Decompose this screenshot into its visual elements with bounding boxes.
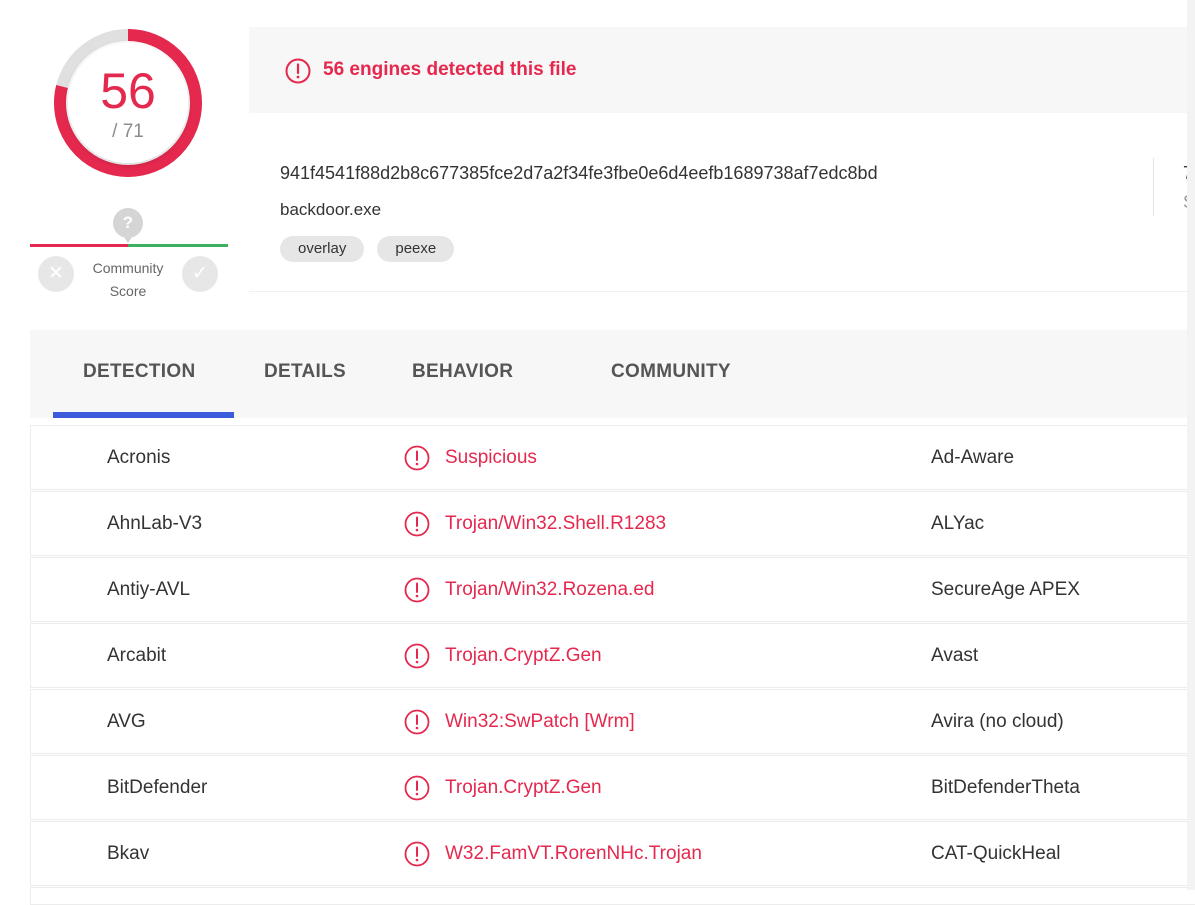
community-score-bar-negative xyxy=(30,244,128,247)
engine-name: ALYac xyxy=(931,513,985,534)
engine-name: Avira (no cloud) xyxy=(931,711,1064,732)
alert-circle-icon xyxy=(404,577,430,603)
engine-name: Arcabit xyxy=(107,645,167,666)
engine-name: Avast xyxy=(931,645,979,666)
info-divider xyxy=(1153,158,1154,216)
table-row: Antiy-AVL Trojan/Win32.Rozena.ed SecureA… xyxy=(30,557,1195,622)
community-score-marker: ? xyxy=(113,208,143,243)
alert-circle-icon xyxy=(404,709,430,735)
file-name: backdoor.exe xyxy=(280,200,382,219)
vote-harmless-button[interactable]: ✓ xyxy=(182,256,218,292)
table-row: Arcabit Trojan.CryptZ.Gen Avast xyxy=(30,623,1195,688)
table-row: AVG Win32:SwPatch [Wrm] Avira (no cloud) xyxy=(30,689,1195,754)
detection-result: Trojan.CryptZ.Gen xyxy=(445,777,602,798)
report-tabs: DETECTION DETAILS BEHAVIOR COMMUNITY xyxy=(30,330,1195,418)
engine-name: CAT-QuickHeal xyxy=(931,843,1061,864)
engine-total: / 71 xyxy=(112,121,144,142)
engine-name: Bkav xyxy=(107,843,150,864)
detection-summary-text: 56 engines detected this file xyxy=(323,59,577,80)
table-row: Acronis Suspicious Ad-Aware xyxy=(30,425,1195,490)
engine-name: Ad-Aware xyxy=(931,447,1015,468)
alert-circle-icon xyxy=(285,58,311,84)
community-score-bar-positive xyxy=(128,244,228,247)
community-score-label: Community Score xyxy=(92,260,164,299)
file-hash[interactable]: 941f4541f88d2b8c677385fce2d7a2f34fe3fbe0… xyxy=(280,163,878,184)
engine-name: Acronis xyxy=(107,447,171,468)
engine-name: AVG xyxy=(107,711,146,732)
engine-name: Antiy-AVL xyxy=(107,579,191,600)
tag-peexe[interactable]: peexe xyxy=(377,236,455,262)
vote-harmful-button[interactable]: ✕ xyxy=(38,256,74,292)
engine-name: BitDefender xyxy=(107,777,208,798)
detection-result: W32.FamVT.RorenNHc.Trojan xyxy=(445,843,702,864)
tab-community[interactable]: COMMUNITY xyxy=(611,361,731,383)
tab-behavior[interactable]: BEHAVIOR xyxy=(412,361,513,383)
detection-banner: 56 engines detected this file xyxy=(249,27,1195,113)
file-info-panel: 941f4541f88d2b8c677385fce2d7a2f34fe3fbe0… xyxy=(249,113,1195,292)
file-tags: overlay peexe xyxy=(280,236,455,262)
detections-table: Acronis Suspicious Ad-Aware AhnLab-V3 Tr… xyxy=(30,425,1195,905)
tab-details[interactable]: DETAILS xyxy=(264,361,346,383)
community-score: ? ✕ Community Score ✓ xyxy=(30,206,228,302)
active-tab-indicator xyxy=(53,412,234,418)
detection-result: Win32:SwPatch [Wrm] xyxy=(445,711,635,732)
detection-result: Suspicious xyxy=(445,447,537,468)
engine-name: SecureAge APEX xyxy=(931,579,1080,600)
alert-circle-icon xyxy=(404,445,430,471)
alert-circle-icon xyxy=(404,841,430,867)
detection-score-ring: 56 / 71 xyxy=(52,27,204,179)
detection-result: Trojan.CryptZ.Gen xyxy=(445,645,602,666)
table-row: Bkav W32.FamVT.RorenNHc.Trojan CAT-Quick… xyxy=(30,821,1195,886)
engine-name: BitDefenderTheta xyxy=(931,777,1080,798)
engine-name: AhnLab-V3 xyxy=(107,513,203,534)
table-row: BitDefender Trojan.CryptZ.Gen BitDefende… xyxy=(30,755,1195,820)
detection-count: 56 xyxy=(100,63,156,119)
detection-result: Trojan/Win32.Shell.R1283 xyxy=(445,513,667,534)
alert-circle-icon xyxy=(404,643,430,669)
detection-result: Trojan/Win32.Rozena.ed xyxy=(445,579,655,600)
table-row: AhnLab-V3 Trojan/Win32.Shell.R1283 ALYac xyxy=(30,491,1195,556)
page-scrollbar[interactable] xyxy=(1187,0,1195,890)
tab-detection[interactable]: DETECTION xyxy=(83,361,195,383)
alert-circle-icon xyxy=(404,511,430,537)
alert-circle-icon xyxy=(404,775,430,801)
tag-overlay[interactable]: overlay xyxy=(280,236,365,262)
